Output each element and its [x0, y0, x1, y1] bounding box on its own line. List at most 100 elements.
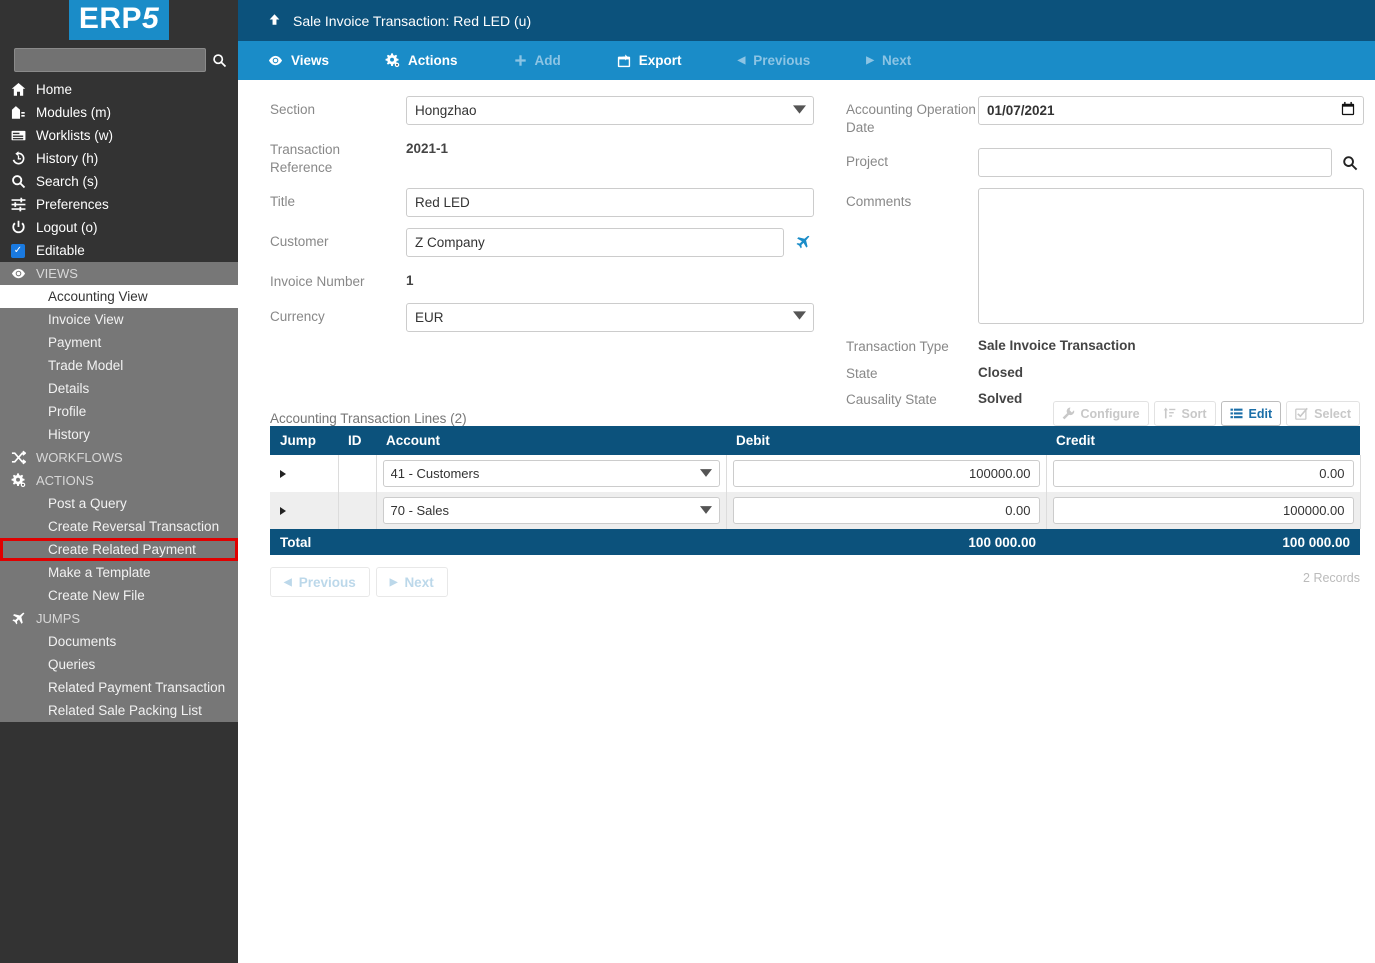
table-row: 70 - Sales	[270, 492, 1361, 529]
sidebar-nav-item-home[interactable]: Home	[0, 78, 238, 101]
export-icon	[617, 54, 631, 68]
column-header-id[interactable]: ID	[338, 426, 376, 455]
transaction-reference-label: Transaction Reference	[270, 142, 341, 176]
row-credit-cell	[1046, 492, 1361, 529]
sidebar-nav-label: Worklists (w)	[36, 128, 113, 143]
sidebar-item-invoice-view[interactable]: Invoice View	[0, 308, 238, 331]
row-jump-cell	[270, 455, 339, 492]
sort-icon	[1163, 407, 1176, 420]
customer-input[interactable]	[406, 228, 784, 258]
field-currency: Currency EUR	[270, 302, 846, 332]
credit-input[interactable]	[1052, 497, 1354, 524]
sidebar-section-workflows[interactable]: WORKFLOWS	[0, 446, 238, 469]
list-select-button[interactable]: Select	[1286, 401, 1360, 426]
sidebar-item-documents[interactable]: Documents	[0, 630, 238, 653]
row-credit-cell	[1046, 455, 1361, 492]
sidebar-item-make-a-template[interactable]: Make a Template	[0, 561, 238, 584]
previous-page-button[interactable]: ◀ Previous	[270, 567, 370, 597]
modules-icon	[0, 105, 36, 120]
sidebar-nav-item-preferences[interactable]: Preferences	[0, 193, 238, 216]
list-header: Accounting Transaction Lines (2) Configu…	[270, 396, 1360, 426]
sidebar-item-accounting-view[interactable]: Accounting View	[0, 285, 238, 308]
logo-container: ERP5	[0, 0, 238, 42]
sidebar-item-queries[interactable]: Queries	[0, 653, 238, 676]
sidebar-item-label: Invoice View	[48, 312, 124, 327]
project-input[interactable]	[978, 148, 1332, 178]
transaction-type-value: Sale Invoice Transaction	[978, 338, 1136, 354]
table-footer: Total 100 000.00 100 000.00	[270, 529, 1360, 555]
field-transaction-reference: Transaction Reference 2021-1	[270, 136, 846, 177]
toolbar-views-button[interactable]: Views	[238, 41, 357, 80]
sidebar-item-related-payment-transaction[interactable]: Related Payment Transaction	[0, 676, 238, 699]
sidebar-item-details[interactable]: Details	[0, 377, 238, 400]
sidebar-nav-label: Search (s)	[36, 174, 99, 189]
debit-input[interactable]	[732, 497, 1040, 524]
list-configure-button[interactable]: Configure	[1052, 401, 1149, 426]
accounting-lines-table: JumpIDAccountDebitCredit 41 - Customers 7…	[270, 426, 1361, 555]
jump-icon[interactable]	[280, 470, 286, 478]
search-input[interactable]	[14, 48, 206, 72]
field-state: State Closed	[846, 365, 1368, 383]
sidebar-groups: VIEWS Accounting View Invoice View Payment T…	[0, 262, 238, 722]
section-select[interactable]: Hongzhao	[406, 96, 814, 125]
plane-icon	[0, 612, 36, 626]
sliders-icon	[0, 197, 36, 212]
toolbar-actions-button[interactable]: Actions	[357, 41, 486, 80]
accounting-operation-date-input[interactable]	[978, 96, 1364, 125]
list-edit-button[interactable]: Edit	[1220, 401, 1282, 426]
toolbar-export-button[interactable]: Export	[589, 41, 710, 80]
accounting-lines-section: Accounting Transaction Lines (2) Configu…	[270, 396, 1361, 597]
field-title: Title	[270, 188, 846, 218]
list-sort-button[interactable]: Sort	[1153, 401, 1216, 426]
list-title: Accounting Transaction Lines (2)	[270, 411, 467, 426]
toolbar-previous-button: ◀ Previous	[710, 41, 839, 80]
sidebar-item-create-new-file[interactable]: Create New File	[0, 584, 238, 607]
comments-textarea[interactable]	[978, 188, 1364, 325]
total-account-cell	[376, 529, 726, 555]
sidebar-item-related-sale-packing-list[interactable]: Related Sale Packing List	[0, 699, 238, 722]
column-header-credit[interactable]: Credit	[1046, 426, 1360, 455]
sidebar-section-label: ACTIONS	[36, 473, 94, 488]
arrow-up-icon[interactable]	[268, 13, 281, 29]
debit-input[interactable]	[732, 460, 1040, 487]
sidebar-item-label: Documents	[48, 634, 117, 649]
sidebar-section-actions[interactable]: ACTIONS	[0, 469, 238, 492]
plane-icon[interactable]	[793, 228, 811, 257]
column-header-account[interactable]: Account	[376, 426, 726, 455]
sidebar-item-create-related-payment[interactable]: Create Related Payment	[0, 538, 238, 561]
sidebar-item-history[interactable]: History	[0, 423, 238, 446]
sidebar-item-trade-model[interactable]: Trade Model	[0, 354, 238, 377]
title-label: Title	[270, 194, 296, 210]
main-content: Sale Invoice Transaction: Red LED (u) Vi…	[238, 0, 1375, 963]
sidebar-nav-item-modules-m[interactable]: Modules (m)	[0, 101, 238, 124]
column-header-jump[interactable]: Jump	[270, 426, 338, 455]
row-id-cell	[338, 455, 377, 492]
sidebar-nav-item-editable[interactable]: ✓ Editable	[0, 239, 238, 262]
title-input[interactable]	[406, 188, 814, 218]
page-title: Sale Invoice Transaction: Red LED (u)	[293, 12, 532, 29]
sidebar-item-post-a-query[interactable]: Post a Query	[0, 492, 238, 515]
sidebar-nav-item-history-h[interactable]: History (h)	[0, 147, 238, 170]
sidebar-section-views[interactable]: VIEWS	[0, 262, 238, 285]
sidebar-item-payment[interactable]: Payment	[0, 331, 238, 354]
sidebar-nav-item-worklists-w[interactable]: Worklists (w)	[0, 124, 238, 147]
table-body: 41 - Customers 70 - Sales	[270, 455, 1361, 529]
sidebar-item-profile[interactable]: Profile	[0, 400, 238, 423]
sidebar-nav-item-search-s[interactable]: Search (s)	[0, 170, 238, 193]
search-icon[interactable]	[206, 48, 232, 72]
erp5-logo[interactable]: ERP5	[68, 0, 170, 40]
sidebar-nav-item-logout-o[interactable]: Logout (o)	[0, 216, 238, 239]
next-page-button[interactable]: ▶ Next	[375, 567, 448, 597]
sidebar-item-label: Create Related Payment	[48, 542, 196, 557]
search-icon[interactable]	[1341, 148, 1359, 177]
account-select[interactable]: 70 - Sales	[382, 497, 720, 524]
jump-icon[interactable]	[280, 507, 286, 515]
list-button-label: Select	[1314, 406, 1351, 421]
account-select[interactable]: 41 - Customers	[382, 460, 720, 487]
sidebar-section-jumps[interactable]: JUMPS	[0, 607, 238, 630]
transaction-reference-value: 2021-1	[406, 141, 449, 156]
currency-select[interactable]: EUR	[406, 302, 814, 332]
sidebar-item-create-reversal-transaction[interactable]: Create Reversal Transaction	[0, 515, 238, 538]
credit-input[interactable]	[1052, 460, 1354, 487]
column-header-debit[interactable]: Debit	[726, 426, 1046, 455]
